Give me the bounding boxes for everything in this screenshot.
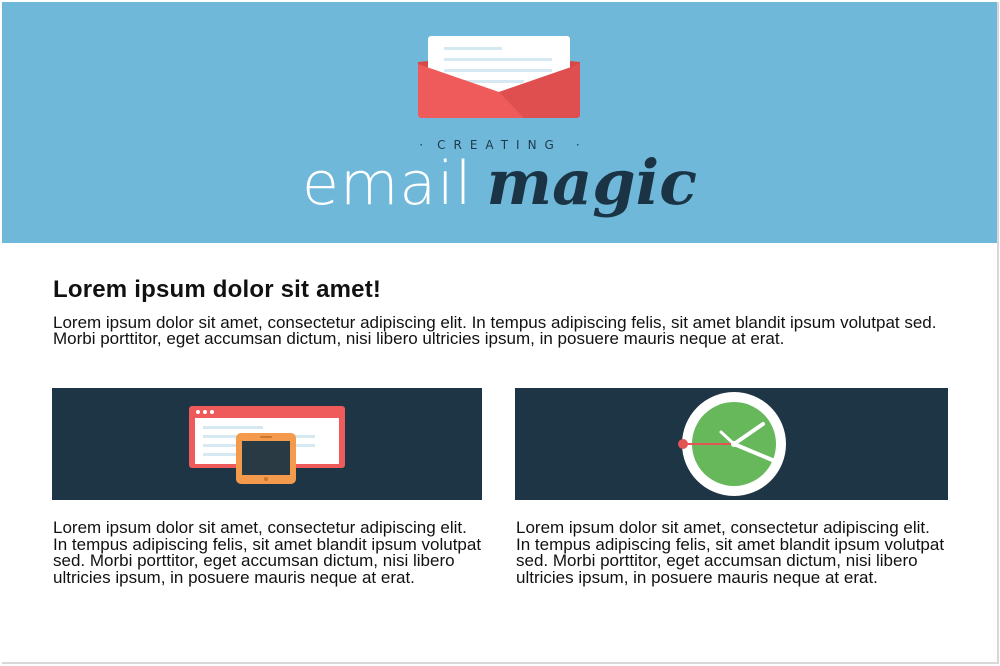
logo-word-bold: magic — [486, 146, 697, 219]
browser-phone-icon — [189, 406, 345, 484]
intro-paragraph: Lorem ipsum dolor sit amet, consectetur … — [53, 313, 937, 348]
logo-word-light: email — [302, 149, 473, 219]
header-banner: · CREATING · email magic — [2, 2, 997, 243]
headline: Lorem ipsum dolor sit amet! — [53, 276, 382, 303]
card-image-clock — [515, 388, 948, 500]
email-template: · CREATING · email magic Lorem ipsum dolor … — [2, 2, 999, 664]
logotype: email magic — [2, 152, 997, 215]
column-text-right: Lorem ipsum dolor sit amet, consectetur … — [516, 518, 945, 587]
column-text-left: Lorem ipsum dolor sit amet, consectetur … — [53, 518, 482, 587]
envelope-icon — [414, 32, 584, 122]
clock-icon — [678, 392, 786, 496]
card-image-devices — [52, 388, 482, 500]
